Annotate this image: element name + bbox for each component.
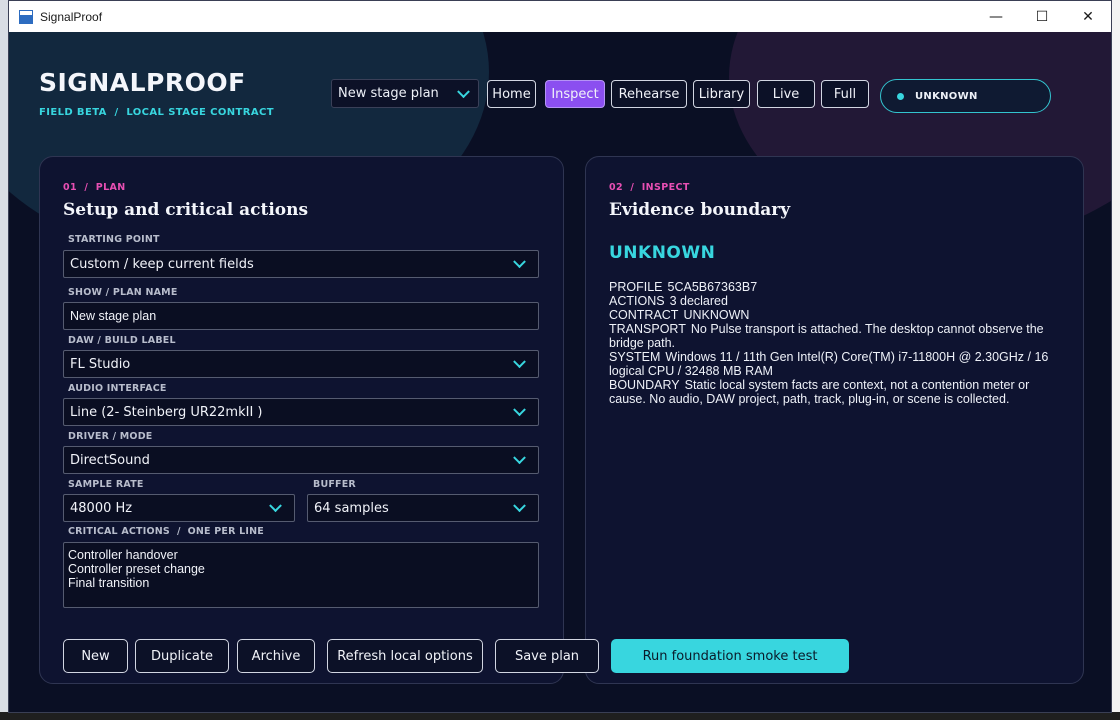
app-window: SignalProof — ☐ ✕ SIGNALPROOF FIELD BETA…: [8, 0, 1112, 713]
critical-actions-label: CRITICAL ACTIONS / ONE PER LINE: [68, 526, 264, 537]
window-controls: — ☐ ✕: [973, 1, 1111, 32]
nav-full-button[interactable]: Full: [821, 80, 869, 108]
evidence-line-transport: TRANSPORT No Pulse transport is attached.…: [609, 322, 1069, 350]
starting-point-value: Custom / keep current fields: [70, 256, 254, 272]
evidence-key: SYSTEM: [609, 350, 661, 364]
plan-name-input[interactable]: New stage plan: [63, 302, 539, 330]
plan-eyebrow: 01 / PLAN: [63, 182, 126, 193]
nav-rehearse-button[interactable]: Rehearse: [611, 80, 687, 108]
evidence-line-contract: CONTRACT UNKNOWN: [609, 308, 1069, 322]
audio-interface-value: Line (2- Steinberg UR22mkII ): [70, 404, 263, 420]
plan-select-dropdown[interactable]: New stage plan: [331, 79, 479, 108]
daw-select[interactable]: FL Studio: [63, 350, 539, 378]
buffer-value: 64 samples: [314, 500, 389, 516]
window-title: SignalProof: [40, 9, 103, 24]
starting-point-label: STARTING POINT: [68, 234, 160, 245]
buffer-label: BUFFER: [313, 479, 356, 490]
new-button[interactable]: New: [63, 639, 128, 673]
minimize-button[interactable]: —: [973, 1, 1019, 32]
inspect-title: Evidence boundary: [609, 200, 791, 220]
status-dot-icon: [897, 92, 904, 100]
sample-rate-label: SAMPLE RATE: [68, 479, 144, 490]
chevron-down-icon: [513, 355, 526, 369]
run-smoke-test-button[interactable]: Run foundation smoke test: [611, 639, 849, 673]
evidence-value: Windows 11 / 11th Gen Intel(R) Core(TM) …: [609, 350, 1049, 378]
duplicate-button[interactable]: Duplicate: [135, 639, 229, 673]
audio-interface-select[interactable]: Line (2- Steinberg UR22mkII ): [63, 398, 539, 426]
evidence-line-actions: ACTIONS 3 declared: [609, 294, 1069, 308]
maximize-button[interactable]: ☐: [1019, 1, 1065, 32]
evidence-line-boundary: BOUNDARY Static local system facts are co…: [609, 378, 1069, 406]
nav-inspect-button[interactable]: Inspect: [545, 80, 605, 108]
evidence-key: PROFILE: [609, 280, 663, 294]
driver-label: DRIVER / MODE: [68, 431, 153, 442]
desktop-background-right: [1112, 0, 1120, 720]
starting-point-select[interactable]: Custom / keep current fields: [63, 250, 539, 278]
plan-select-value: New stage plan: [338, 86, 439, 101]
evidence-key: TRANSPORT: [609, 322, 686, 336]
plan-title: Setup and critical actions: [63, 200, 309, 220]
audio-interface-label: AUDIO INTERFACE: [68, 383, 167, 394]
evidence-list: PROFILE 5CA5B67363B7 ACTIONS 3 declared CO…: [609, 280, 1069, 406]
archive-button[interactable]: Archive: [237, 639, 315, 673]
save-plan-button[interactable]: Save plan: [495, 639, 599, 673]
chevron-down-icon: [513, 403, 526, 417]
nav-library-button[interactable]: Library: [693, 80, 750, 108]
brand-logo-text: SIGNALPROOF: [39, 68, 246, 97]
app-window-icon: [19, 9, 33, 24]
desktop-background-bottom: [0, 712, 1120, 720]
chevron-down-icon: [513, 255, 526, 269]
app-client-area: SIGNALPROOF FIELD BETA / LOCAL STAGE CON…: [9, 32, 1111, 712]
nav-live-button[interactable]: Live: [757, 80, 815, 108]
contract-status-text: UNKNOWN: [609, 243, 716, 263]
inspect-panel: 02 / INSPECT Evidence boundary UNKNOWN P…: [585, 156, 1084, 684]
evidence-value: 5CA5B67363B7: [667, 280, 758, 294]
brand-subtitle: FIELD BETA / LOCAL STAGE CONTRACT: [39, 107, 274, 118]
evidence-key: CONTRACT: [609, 308, 679, 322]
title-bar[interactable]: SignalProof — ☐ ✕: [9, 1, 1111, 32]
desktop-background-left: [0, 0, 8, 720]
plan-panel: 01 / PLAN Setup and critical actions STA…: [39, 156, 564, 684]
critical-actions-textarea[interactable]: Controller handover Controller preset ch…: [63, 542, 539, 608]
close-button[interactable]: ✕: [1065, 1, 1111, 32]
daw-value: FL Studio: [70, 356, 131, 372]
driver-select[interactable]: DirectSound: [63, 446, 539, 474]
plan-name-value: New stage plan: [70, 309, 157, 323]
driver-value: DirectSound: [70, 452, 150, 468]
buffer-select[interactable]: 64 samples: [307, 494, 539, 522]
nav-home-button[interactable]: Home: [487, 80, 536, 108]
chevron-down-icon: [457, 84, 470, 98]
daw-label: DAW / BUILD LABEL: [68, 335, 176, 346]
chevron-down-icon: [269, 499, 282, 513]
evidence-line-profile: PROFILE 5CA5B67363B7: [609, 280, 1069, 294]
status-badge-label: UNKNOWN: [915, 90, 978, 102]
chevron-down-icon: [513, 451, 526, 465]
evidence-key: ACTIONS: [609, 294, 665, 308]
refresh-local-options-button[interactable]: Refresh local options: [327, 639, 483, 673]
chevron-down-icon: [513, 499, 526, 513]
status-badge: UNKNOWN: [880, 79, 1051, 113]
evidence-line-system: SYSTEM Windows 11 / 11th Gen Intel(R) Cor…: [609, 350, 1069, 378]
inspect-eyebrow: 02 / INSPECT: [609, 182, 690, 193]
evidence-value: 3 declared: [669, 294, 728, 308]
sample-rate-select[interactable]: 48000 Hz: [63, 494, 295, 522]
evidence-key: BOUNDARY: [609, 378, 680, 392]
sample-rate-value: 48000 Hz: [70, 500, 133, 516]
plan-name-label: SHOW / PLAN NAME: [68, 287, 178, 298]
evidence-value: UNKNOWN: [683, 308, 750, 322]
